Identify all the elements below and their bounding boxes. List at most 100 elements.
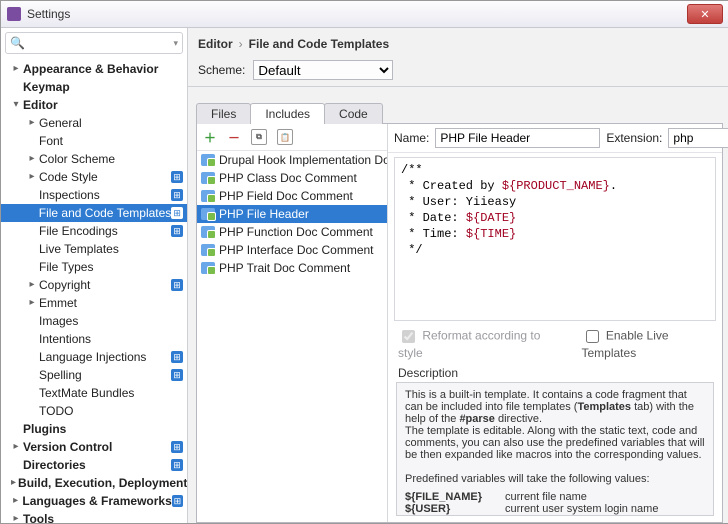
sidebar-item-label: Font	[37, 132, 63, 150]
sidebar-item-label: File Types	[37, 258, 93, 276]
paste-button[interactable]: 📋	[277, 129, 293, 145]
chevron-right-icon: ▸	[27, 384, 37, 402]
chevron-right-icon: ▸	[27, 222, 37, 240]
variable-name: ${USER}	[405, 503, 505, 515]
sidebar-item[interactable]: ▸Directories⊞	[1, 456, 187, 474]
file-template-icon	[201, 190, 215, 202]
tab-files[interactable]: Files	[196, 103, 251, 124]
sidebar-item-label: Spelling	[37, 366, 82, 384]
sidebar-item-label: Intentions	[37, 330, 91, 348]
chevron-right-icon: ▸	[27, 366, 37, 384]
sidebar-item-label: Code Style	[37, 168, 98, 186]
sidebar-item[interactable]: ▸Language Injections ⊞	[1, 348, 187, 366]
sidebar-item[interactable]: ▸Copyright ⊞	[1, 276, 187, 294]
chevron-right-icon: ▸	[27, 348, 37, 366]
chevron-right-icon: ▸	[27, 294, 37, 312]
chevron-right-icon: ▸	[27, 168, 37, 186]
sidebar-item[interactable]: ▸Images	[1, 312, 187, 330]
includes-item-label: Drupal Hook Implementation Doc	[219, 153, 387, 167]
includes-item[interactable]: PHP Class Doc Comment	[197, 169, 387, 187]
chevron-right-icon: ▸	[27, 276, 37, 294]
chevron-right-icon: ›	[239, 37, 243, 51]
window-title: Settings	[27, 7, 687, 21]
sidebar-item[interactable]: ▸File Encodings⊞	[1, 222, 187, 240]
sidebar-item[interactable]: ▸Spelling⊞	[1, 366, 187, 384]
sidebar-item[interactable]: ▸Color Scheme	[1, 150, 187, 168]
sidebar-item-label: Keymap	[21, 78, 70, 96]
add-button[interactable]: ＋	[203, 130, 217, 144]
sidebar-item[interactable]: ▸File and Code Templates⊞	[1, 204, 187, 222]
includes-list: Drupal Hook Implementation Doc PHP Class …	[197, 151, 387, 522]
project-badge-icon: ⊞	[171, 279, 183, 291]
breadcrumb-a[interactable]: Editor	[198, 37, 233, 51]
includes-item[interactable]: PHP Interface Doc Comment	[197, 241, 387, 259]
sidebar-item-label: General	[37, 114, 82, 132]
sidebar-item-label: Build, Execution, Deployment	[16, 474, 187, 492]
sidebar-item[interactable]: ▸TextMate Bundles	[1, 384, 187, 402]
search-icon: 🔍	[10, 36, 25, 50]
live-templates-checkbox[interactable]: Enable Live Templates	[582, 327, 713, 360]
sidebar-item-label: Emmet	[37, 294, 77, 312]
variable-row: ${DATE}current system date	[405, 515, 705, 516]
name-input[interactable]	[435, 128, 600, 148]
template-editor[interactable]: /** * Created by ${PRODUCT_NAME}. * User…	[394, 157, 716, 321]
sidebar-item-label: Tools	[21, 510, 54, 523]
includes-item-label: PHP Trait Doc Comment	[219, 261, 350, 275]
sidebar-item[interactable]: ▸File Types	[1, 258, 187, 276]
sidebar-item[interactable]: ▸Font	[1, 132, 187, 150]
sidebar-item[interactable]: ▸Languages & Frameworks⊞	[1, 492, 187, 510]
titlebar: Settings ✕	[1, 1, 728, 28]
file-template-icon	[201, 154, 215, 166]
tab-code[interactable]: Code	[324, 103, 383, 124]
tab-includes[interactable]: Includes	[250, 103, 325, 124]
sidebar-item-label: Copyright	[37, 276, 90, 294]
copy-button[interactable]: ⧉	[251, 129, 267, 145]
extension-label: Extension:	[606, 131, 662, 145]
chevron-right-icon: ▸	[27, 258, 37, 276]
chevron-right-icon: ▸	[11, 492, 20, 510]
includes-item[interactable]: PHP File Header	[197, 205, 387, 223]
chevron-right-icon: ▸	[27, 186, 37, 204]
remove-button[interactable]: －	[227, 130, 241, 144]
extension-input[interactable]	[668, 128, 728, 148]
file-template-icon	[201, 226, 215, 238]
search-input[interactable]: 🔍 ▾	[5, 32, 183, 54]
sidebar-item[interactable]: ▸Appearance & Behavior	[1, 60, 187, 78]
sidebar-item-label: Language Injections	[37, 348, 146, 366]
close-button[interactable]: ✕	[687, 4, 723, 24]
includes-toolbar: ＋ － ⧉ 📋	[197, 124, 387, 151]
chevron-down-icon: ▾	[173, 38, 178, 49]
sidebar-item[interactable]: ▸Tools	[1, 510, 187, 523]
project-badge-icon: ⊞	[171, 351, 183, 363]
includes-item[interactable]: PHP Field Doc Comment	[197, 187, 387, 205]
sidebar-item[interactable]: ▸TODO	[1, 402, 187, 420]
sidebar-item[interactable]: ▸Version Control⊞	[1, 438, 187, 456]
sidebar-item[interactable]: ▾Editor	[1, 96, 187, 114]
chevron-right-icon: ▸	[27, 240, 37, 258]
sidebar-item[interactable]: ▸Code Style⊞	[1, 168, 187, 186]
chevron-right-icon: ▸	[27, 114, 37, 132]
variable-name: ${DATE}	[405, 515, 505, 516]
sidebar-item[interactable]: ▸Inspections⊞	[1, 186, 187, 204]
variable-row: ${USER}current user system login name	[405, 503, 705, 515]
scheme-select[interactable]: Default	[253, 60, 393, 80]
sidebar-item-label: Version Control	[21, 438, 112, 456]
sidebar-item[interactable]: ▸Intentions	[1, 330, 187, 348]
sidebar-item[interactable]: ▸Emmet	[1, 294, 187, 312]
sidebar-item[interactable]: ▸Plugins	[1, 420, 187, 438]
sidebar-item[interactable]: ▸Build, Execution, Deployment	[1, 474, 187, 492]
tab-content: ＋ － ⧉ 📋 Drupal Hook Implementation Doc PH…	[196, 123, 723, 523]
sidebar-item[interactable]: ▸Keymap	[1, 78, 187, 96]
variable-desc: current user system login name	[505, 503, 705, 515]
sidebar-item[interactable]: ▸General	[1, 114, 187, 132]
sidebar-item[interactable]: ▸Live Templates	[1, 240, 187, 258]
file-template-icon	[201, 244, 215, 256]
settings-tree: ▸Appearance & Behavior▸Keymap▾Editor▸Gen…	[1, 58, 187, 523]
includes-item[interactable]: PHP Function Doc Comment	[197, 223, 387, 241]
project-badge-icon: ⊞	[171, 459, 183, 471]
sidebar-item-label: Languages & Frameworks	[20, 492, 171, 510]
includes-item[interactable]: PHP Trait Doc Comment	[197, 259, 387, 277]
sidebar-item-label: Inspections	[37, 186, 100, 204]
includes-list-panel: ＋ － ⧉ 📋 Drupal Hook Implementation Doc PH…	[197, 124, 388, 522]
includes-item[interactable]: Drupal Hook Implementation Doc	[197, 151, 387, 169]
